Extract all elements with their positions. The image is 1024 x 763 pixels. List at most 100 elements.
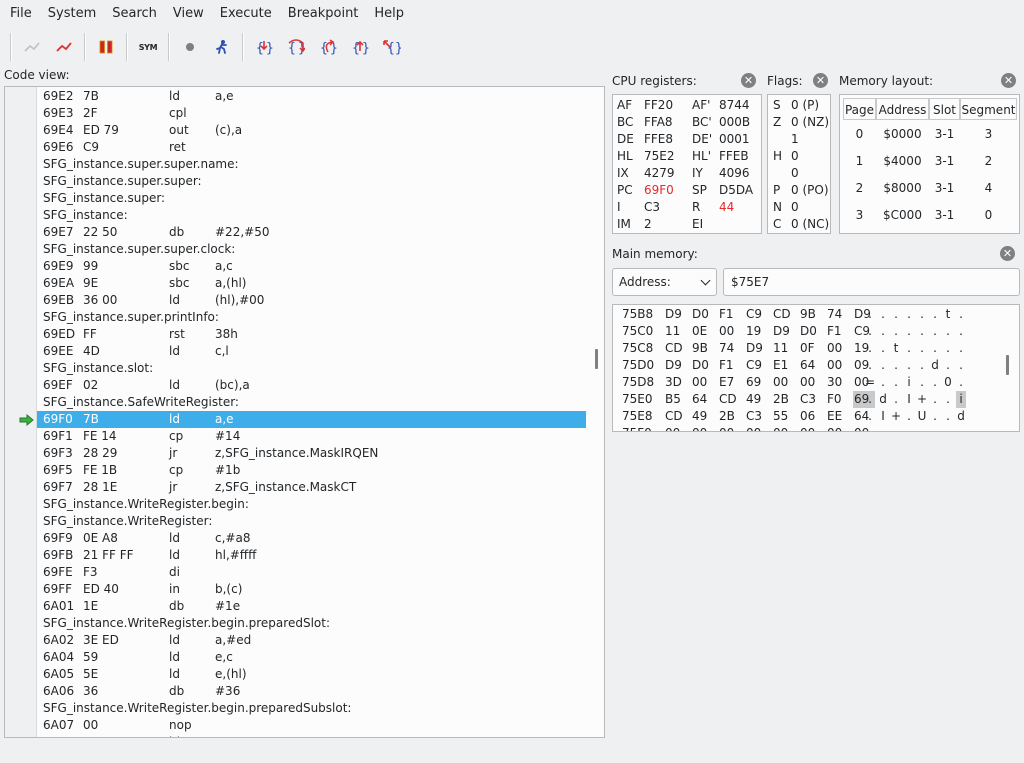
memory-byte[interactable]: 00 xyxy=(691,374,713,391)
code-row[interactable]: 69F7 28 1E jr z,SFG_instance.MaskCT xyxy=(37,479,586,496)
memory-ascii-char[interactable]: . xyxy=(943,323,953,340)
memory-byte[interactable]: EE xyxy=(826,408,848,425)
memory-ascii-char[interactable]: . xyxy=(865,306,875,323)
register-value[interactable]: 2 xyxy=(644,216,652,233)
run-to-icon[interactable]: {} xyxy=(378,33,406,61)
memory-byte[interactable]: 0E xyxy=(691,323,713,340)
memory-byte[interactable]: 06 xyxy=(799,408,821,425)
memory-byte[interactable]: D9 xyxy=(664,357,686,374)
step-out-icon[interactable]: {} xyxy=(314,33,342,61)
code-row[interactable]: 69F3 28 29 jr z,SFG_instance.MaskIRQEN xyxy=(37,445,586,462)
memory-ascii-char[interactable]: . xyxy=(930,391,940,408)
memory-ascii-char[interactable]: . xyxy=(878,340,888,357)
memory-byte[interactable]: D0 xyxy=(691,306,713,323)
register-value[interactable]: FFA8 xyxy=(644,114,673,131)
code-label-row[interactable]: SFG_instance.super.super.clock: xyxy=(37,241,586,258)
memory-ascii-char[interactable]: . xyxy=(891,323,901,340)
code-row[interactable]: 6A07 00 nop xyxy=(37,717,586,734)
memory-ascii-char[interactable]: . xyxy=(917,357,927,374)
memory-byte[interactable]: B5 xyxy=(664,391,686,408)
flag-value[interactable]: 0 xyxy=(791,165,799,182)
memory-ascii-char[interactable]: . xyxy=(904,340,914,357)
memory-layout-header[interactable]: Address xyxy=(876,98,929,120)
memory-ascii-char[interactable]: . xyxy=(917,306,927,323)
memory-ascii-char[interactable]: . xyxy=(930,374,940,391)
memory-ascii-char[interactable]: . xyxy=(956,306,966,323)
memory-ascii-char[interactable]: . xyxy=(956,374,966,391)
memory-ascii-char[interactable]: . xyxy=(956,357,966,374)
step-back-out-icon[interactable]: {} xyxy=(346,33,374,61)
code-row[interactable]: 69E4 ED 79 out (c),a xyxy=(37,122,586,139)
flag-value[interactable]: 0 (NZ) xyxy=(791,114,829,131)
memory-byte[interactable]: 00 xyxy=(718,323,740,340)
memory-byte[interactable]: 64 xyxy=(691,391,713,408)
code-row[interactable]: 69EF 02 ld (bc),a xyxy=(37,377,586,394)
code-row[interactable]: 69EB 36 00 ld (hl),#00 xyxy=(37,292,586,309)
memory-byte[interactable]: 0F xyxy=(799,340,821,357)
memory-ascii-char[interactable]: . xyxy=(904,323,914,340)
register-value[interactable]: FF20 xyxy=(644,97,673,114)
breakpoint-icon[interactable] xyxy=(176,33,204,61)
memory-byte[interactable]: F0 xyxy=(826,391,848,408)
memory-ascii-char[interactable]: I xyxy=(904,391,914,408)
code-row[interactable]: 69FB 21 FF FF ld hl,#ffff xyxy=(37,547,586,564)
memory-byte[interactable]: 9B xyxy=(691,340,713,357)
memory-ascii-char[interactable]: U xyxy=(917,408,927,425)
memory-byte[interactable]: 9B xyxy=(799,306,821,323)
code-row[interactable]: 69E3 2F cpl xyxy=(37,105,586,122)
menu-help[interactable]: Help xyxy=(366,0,412,28)
memory-byte[interactable]: 74 xyxy=(718,340,740,357)
memory-byte[interactable]: 00 xyxy=(853,425,875,431)
code-row[interactable]: 6A04 59 ld e,c xyxy=(37,649,586,666)
code-row[interactable]: 69FE F3 di xyxy=(37,564,586,581)
memory-byte[interactable]: 00 xyxy=(745,425,767,431)
memory-byte[interactable]: 74 xyxy=(826,306,848,323)
memory-byte[interactable]: C9 xyxy=(745,306,767,323)
memory-byte[interactable]: 11 xyxy=(664,323,686,340)
memory-byte[interactable]: C9 xyxy=(745,357,767,374)
memory-ascii-char[interactable]: . xyxy=(891,357,901,374)
code-label-row[interactable]: SFG_instance.super.super: xyxy=(37,173,586,190)
code-label-row[interactable]: SFG_instance.super.printInfo: xyxy=(37,309,586,326)
code-row[interactable]: ld xyxy=(37,734,586,737)
code-row[interactable]: 6A05 5E ld e,(hl) xyxy=(37,666,586,683)
register-value[interactable]: 4096 xyxy=(719,165,750,182)
memory-ascii-char[interactable]: . xyxy=(904,306,914,323)
close-icon[interactable]: ✕ xyxy=(813,73,828,88)
memory-layout-header[interactable]: Segment xyxy=(960,98,1017,120)
code-row[interactable]: 69ED FF rst 38h xyxy=(37,326,586,343)
memory-ascii-char[interactable]: . xyxy=(943,340,953,357)
memory-ascii-char[interactable]: . xyxy=(904,357,914,374)
menu-execute[interactable]: Execute xyxy=(212,0,280,28)
memory-ascii-char[interactable]: 0 xyxy=(943,374,953,391)
memory-ascii-char[interactable]: . xyxy=(930,306,940,323)
memory-scrollbar-handle[interactable] xyxy=(1006,355,1009,375)
code-label-row[interactable]: SFG_instance.super: xyxy=(37,190,586,207)
memory-byte[interactable]: D0 xyxy=(691,357,713,374)
menu-file[interactable]: File xyxy=(2,0,40,28)
code-row[interactable]: 69EE 4D ld c,l xyxy=(37,343,586,360)
memory-ascii-char[interactable]: d xyxy=(878,391,888,408)
memory-ascii-char[interactable]: . xyxy=(956,323,966,340)
memory-byte[interactable]: E7 xyxy=(718,374,740,391)
code-label-row[interactable]: SFG_instance.WriteRegister: xyxy=(37,513,586,530)
menu-view[interactable]: View xyxy=(165,0,212,28)
memory-byte[interactable]: D0 xyxy=(799,323,821,340)
pause-icon[interactable] xyxy=(92,33,120,61)
register-value[interactable]: C3 xyxy=(644,199,660,216)
memory-byte[interactable]: C3 xyxy=(799,391,821,408)
memory-ascii-char[interactable]: . xyxy=(878,374,888,391)
memory-ascii-char[interactable]: . xyxy=(865,391,875,408)
memory-byte[interactable]: F1 xyxy=(826,323,848,340)
memory-ascii-char[interactable]: . xyxy=(930,340,940,357)
memory-ascii-char[interactable]: d xyxy=(930,357,940,374)
address-mode-select[interactable]: Address: xyxy=(612,268,717,296)
memory-layout-header[interactable]: Slot xyxy=(929,98,960,120)
menu-system[interactable]: System xyxy=(40,0,104,28)
code-label-row[interactable]: SFG_instance: xyxy=(37,207,586,224)
register-value[interactable]: 44 xyxy=(719,199,734,216)
memory-ascii-char[interactable]: + xyxy=(917,391,927,408)
memory-byte[interactable]: 2B xyxy=(772,391,794,408)
code-label-row[interactable]: SFG_instance.WriteRegister.begin: xyxy=(37,496,586,513)
close-icon[interactable]: ✕ xyxy=(1000,246,1015,261)
